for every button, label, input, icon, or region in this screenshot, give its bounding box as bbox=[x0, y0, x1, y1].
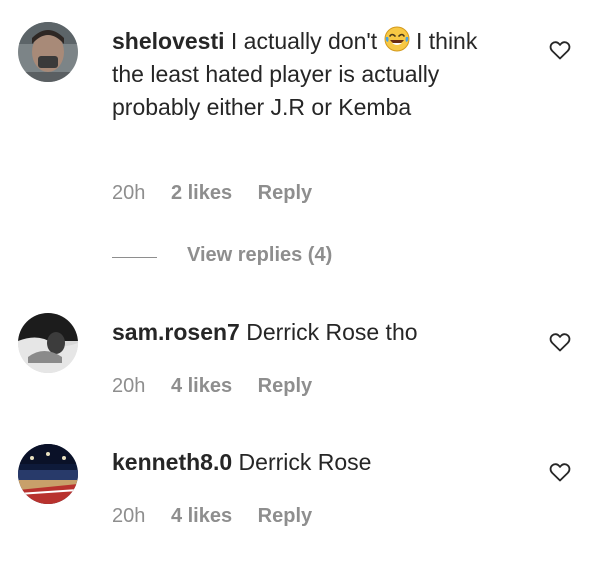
comment-meta: 20h 4 likes Reply bbox=[112, 375, 332, 398]
view-replies-label: View replies (4) bbox=[187, 244, 333, 266]
comment-body: Derrick Rose bbox=[238, 449, 372, 475]
avatar[interactable] bbox=[18, 22, 78, 82]
reply-button[interactable]: Reply bbox=[258, 505, 312, 527]
avatar[interactable] bbox=[18, 313, 78, 373]
comment-time[interactable]: 20h bbox=[112, 182, 145, 204]
comment-time[interactable]: 20h bbox=[112, 505, 145, 527]
avatar-image bbox=[18, 22, 78, 82]
likes-count[interactable]: 4 likes bbox=[171, 505, 232, 527]
avatar[interactable] bbox=[18, 444, 78, 504]
likes-count[interactable]: 2 likes bbox=[171, 182, 232, 204]
heart-outline-icon[interactable] bbox=[548, 460, 572, 484]
replies-divider bbox=[112, 257, 157, 258]
avatar-image bbox=[18, 313, 78, 373]
face-with-tears-of-joy-icon bbox=[384, 26, 410, 52]
comment-meta: 20h 4 likes Reply bbox=[112, 505, 332, 528]
comment-username[interactable]: sam.rosen7 bbox=[112, 319, 240, 345]
likes-count[interactable]: 4 likes bbox=[171, 375, 232, 397]
comment-body-start: I actually don't bbox=[230, 28, 378, 54]
reply-button[interactable]: Reply bbox=[258, 375, 312, 397]
comment-time[interactable]: 20h bbox=[112, 375, 145, 397]
comment-meta: 20h 2 likes Reply bbox=[112, 182, 332, 205]
avatar-image bbox=[18, 444, 78, 504]
comment-text: sam.rosen7 Derrick Rose tho bbox=[112, 316, 512, 349]
comment-text: kenneth8.0 Derrick Rose bbox=[112, 446, 512, 479]
comment-username[interactable]: kenneth8.0 bbox=[112, 449, 232, 475]
heart-outline-icon[interactable] bbox=[548, 38, 572, 62]
reply-button[interactable]: Reply bbox=[258, 182, 312, 204]
heart-outline-icon[interactable] bbox=[548, 330, 572, 354]
comment-text: shelovesti I actually don't I think the … bbox=[112, 25, 512, 124]
comment-body: Derrick Rose tho bbox=[246, 319, 418, 345]
comment-username[interactable]: shelovesti bbox=[112, 28, 225, 54]
